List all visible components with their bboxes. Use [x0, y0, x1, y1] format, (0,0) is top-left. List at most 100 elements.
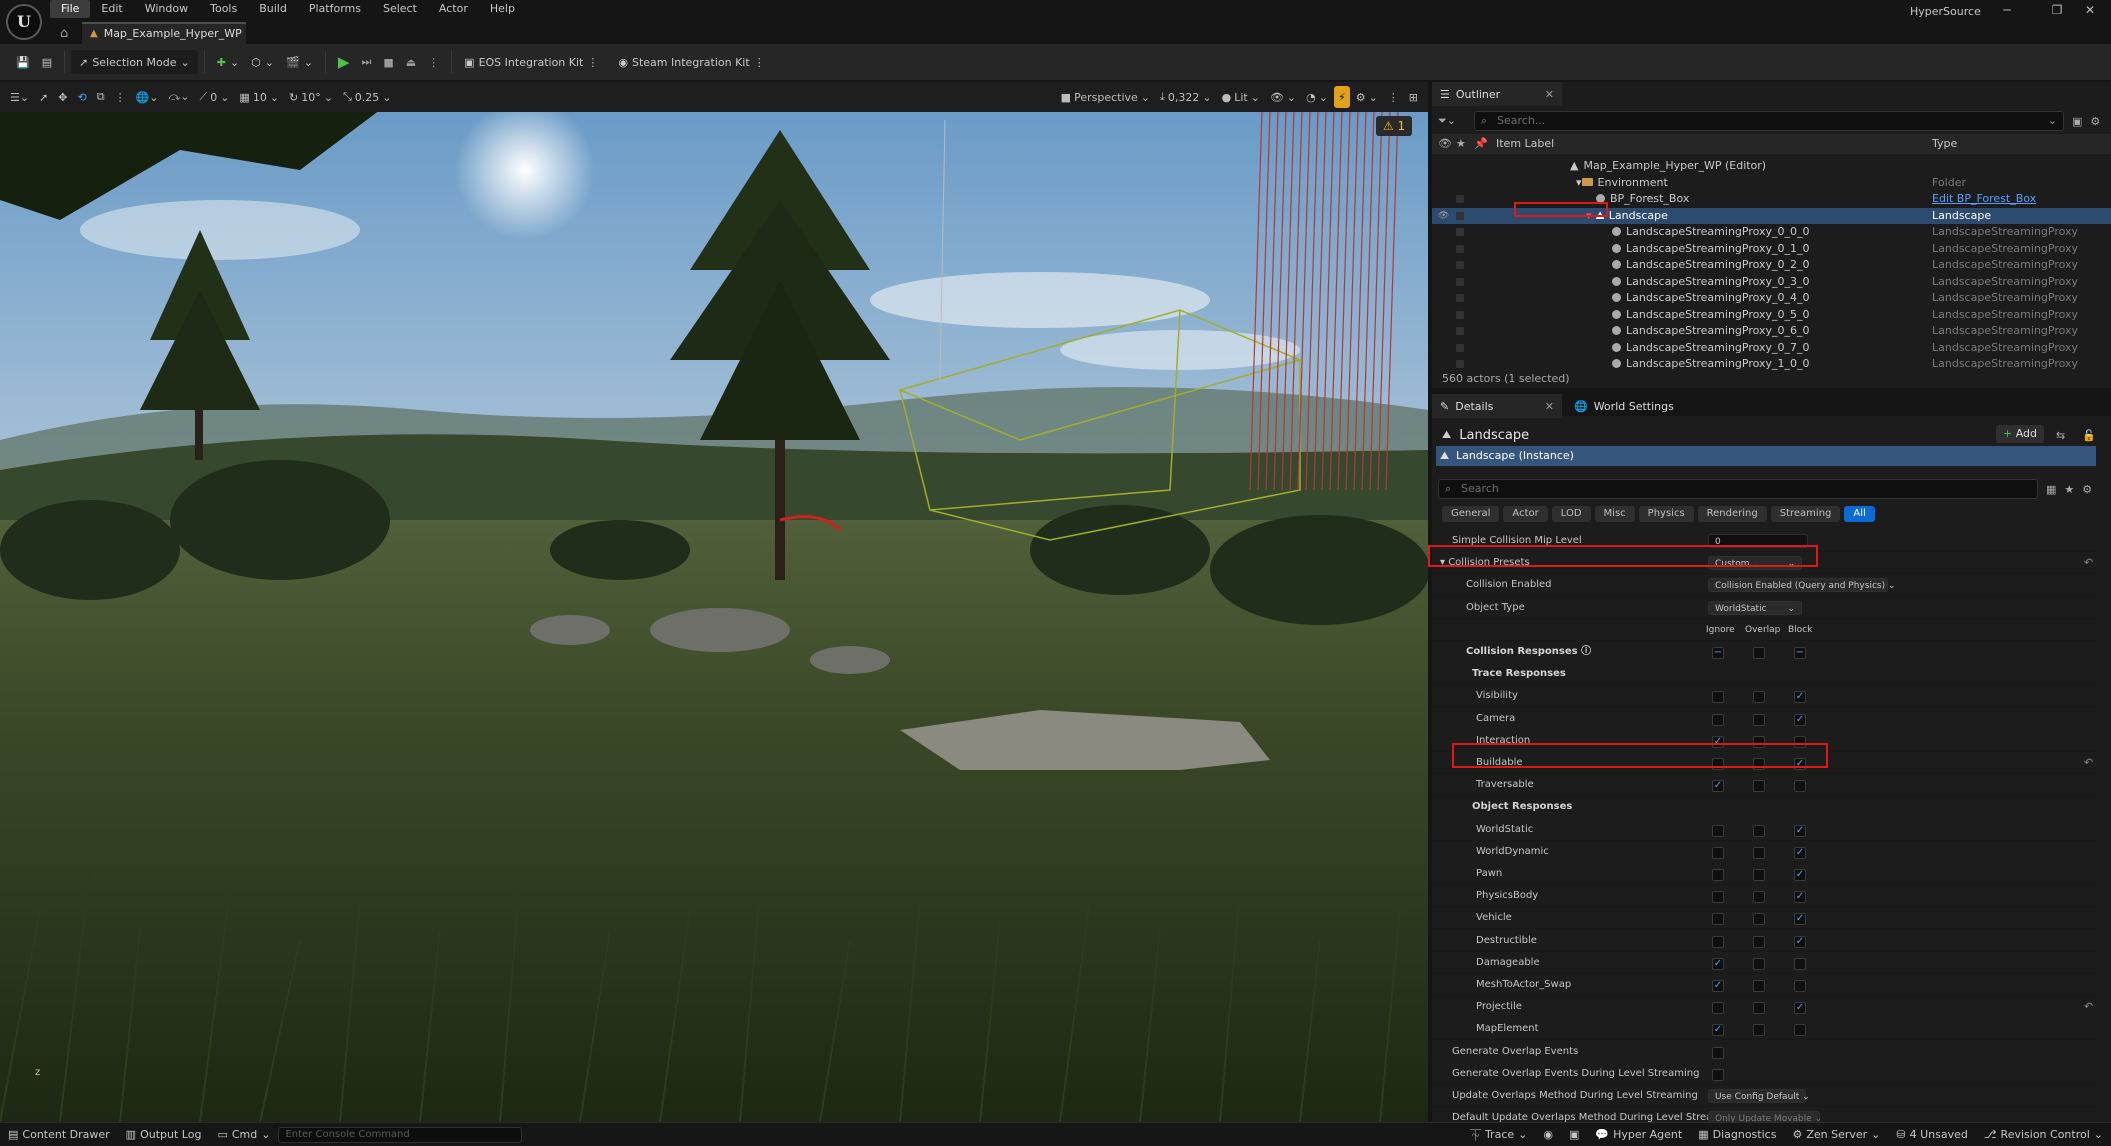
block-checkbox[interactable] — [1794, 780, 1806, 793]
expand-arrow-icon[interactable]: ▾ — [1576, 176, 1582, 189]
lit-mode-dropdown[interactable]: ● Lit ⌄ — [1218, 86, 1264, 108]
collision-enabled-dropdown[interactable]: Collision Enabled (Query and Physics) ⌄ — [1708, 578, 1896, 593]
overlap-checkbox[interactable] — [1753, 869, 1765, 881]
trace-dropdown[interactable]: ⏇ Trace ⌄ — [1462, 1125, 1535, 1145]
settings-dropdown[interactable]: ⚙ ⌄ — [1352, 86, 1382, 108]
ignore-checkbox[interactable] — [1712, 758, 1724, 770]
menu-help[interactable]: Help — [479, 0, 526, 18]
outliner-item-type[interactable]: Edit BP_Forest_Box — [1932, 191, 2036, 207]
pin-checkbox[interactable] — [1456, 244, 1464, 253]
console-input[interactable]: Enter Console Command — [278, 1126, 523, 1143]
revision-control-dropdown[interactable]: ⎇ Revision Control ⌄ — [1976, 1125, 2111, 1145]
ignore-checkbox[interactable]: ✓ — [1712, 980, 1724, 992]
outliner-row[interactable]: ▾ Environment Folder — [1432, 175, 2111, 191]
output-log-button[interactable]: ▥ Output Log — [118, 1125, 210, 1145]
outliner-row[interactable]: ▲ Map_Example_Hyper_WP (Editor) — [1432, 158, 2111, 174]
minimize-button[interactable]: ─ — [1987, 2, 2027, 18]
simple-collision-input[interactable]: 0 — [1708, 534, 1808, 548]
blueprint-icon[interactable]: ⇆ — [2056, 429, 2065, 442]
overlap-checkbox[interactable] — [1753, 758, 1765, 770]
outliner-row[interactable]: LandscapeStreamingProxy_1_0_0 LandscapeSt… — [1432, 356, 2111, 372]
overlap-checkbox[interactable] — [1753, 913, 1765, 926]
overlap-checkbox[interactable] — [1753, 891, 1765, 904]
add-component-button[interactable]: + Add — [1996, 425, 2044, 443]
block-checkbox[interactable]: ✓ — [1794, 1002, 1806, 1015]
filter-misc[interactable]: Misc — [1594, 506, 1635, 522]
block-checkbox[interactable]: ✓ — [1794, 891, 1806, 904]
show-flags-dropdown[interactable]: 👁 ⌄ — [1266, 86, 1300, 108]
collision-presets-dropdown[interactable]: Custom... ⌄ — [1708, 556, 1802, 571]
viewport-options-icon[interactable]: ⋮ — [1384, 86, 1403, 108]
ignore-checkbox[interactable] — [1712, 869, 1724, 881]
pin-checkbox[interactable] — [1456, 195, 1464, 203]
scale-snap-button[interactable]: ⤡ 0.25 ⌄ — [339, 86, 396, 108]
angle-snap-button[interactable]: ↻ 10° ⌄ — [285, 86, 337, 108]
visibility-column-icon[interactable]: 👁 — [1438, 137, 1452, 150]
object-type-dropdown[interactable]: WorldStatic ⌄ — [1708, 600, 1802, 615]
step-button[interactable]: ⏭ — [355, 50, 377, 74]
block-checkbox[interactable]: ✓ — [1794, 869, 1806, 881]
block-checkbox[interactable]: ✓ — [1794, 691, 1806, 704]
overlap-checkbox[interactable] — [1753, 1002, 1765, 1015]
diagnostics-button[interactable]: ▦ Diagnostics — [1690, 1125, 1784, 1145]
ignore-checkbox[interactable]: ✓ — [1712, 1024, 1724, 1037]
camera-speed-dropdown[interactable]: ⤓ 0,322 ⌄ — [1156, 86, 1216, 108]
browse-icon[interactable]: ▤ — [36, 50, 58, 74]
filter-icon[interactable]: ⏷⌄ — [1438, 114, 1474, 128]
filter-lod[interactable]: LOD — [1551, 506, 1591, 522]
menu-actor[interactable]: Actor — [428, 0, 479, 18]
overlap-checkbox[interactable] — [1753, 1024, 1765, 1037]
menu-platforms[interactable]: Platforms — [298, 0, 372, 18]
type-header[interactable]: Type — [1932, 137, 1957, 150]
steam-integration-button[interactable]: ◉ Steam Integration Kit ⋮ — [612, 50, 770, 74]
details-search-input[interactable]: ⌕ Search — [1438, 479, 2038, 499]
outliner-row[interactable]: BP_Forest_Box Edit BP_Forest_Box — [1432, 191, 2111, 207]
grid-snap-button[interactable]: ▦ 10 ⌄ — [235, 86, 283, 108]
overlap-checkbox[interactable] — [1753, 713, 1765, 726]
pin-checkbox[interactable] — [1456, 343, 1464, 352]
ignore-all-checkbox[interactable]: − — [1712, 647, 1724, 659]
block-checkbox[interactable]: ✓ — [1794, 713, 1806, 726]
block-all-checkbox[interactable]: − — [1794, 647, 1806, 659]
eject-button[interactable]: ⏏ — [400, 50, 422, 74]
expand-arrow-icon[interactable]: ▾ — [1586, 209, 1592, 222]
pin-checkbox[interactable] — [1456, 294, 1464, 302]
overlap-checkbox[interactable] — [1753, 935, 1765, 948]
selection-mode-dropdown[interactable]: ➚ Selection Mode ⌄ — [71, 50, 198, 74]
outliner-row[interactable]: 👁 ▾ ⛰ Landscape Landscape — [1432, 207, 2111, 224]
record-icon[interactable]: ◉ — [1535, 1125, 1561, 1145]
outliner-search-input[interactable]: ⌕ Search... ⌄ — [1474, 111, 2064, 131]
filter-all[interactable]: All — [1844, 506, 1875, 522]
overlap-checkbox[interactable] — [1753, 780, 1765, 793]
close-button[interactable]: ✕ — [2070, 2, 2110, 18]
realtime-toggle[interactable]: ⚡ — [1333, 86, 1350, 108]
content-drawer-button[interactable]: ▤ Content Drawer — [0, 1125, 118, 1145]
unsaved-button[interactable]: ⛁ 4 Unsaved — [1888, 1125, 1975, 1145]
ignore-checkbox[interactable] — [1712, 935, 1724, 948]
select-tool-icon[interactable]: ➚ — [35, 86, 52, 108]
outliner-row[interactable]: LandscapeStreamingProxy_0_4_0 LandscapeSt… — [1432, 290, 2111, 306]
blueprint-button[interactable]: ⬡ ⌄ — [245, 50, 280, 74]
ignore-checkbox[interactable] — [1712, 913, 1724, 926]
camera-icon[interactable]: ▣ — [1561, 1125, 1587, 1145]
zen-server-dropdown[interactable]: ⚙ Zen Server ⌄ — [1784, 1125, 1888, 1145]
ignore-checkbox[interactable] — [1712, 846, 1724, 859]
close-tab-icon[interactable]: ✕ — [1545, 88, 1554, 101]
overlap-checkbox[interactable] — [1753, 824, 1765, 837]
close-tab-icon[interactable]: ✕ — [1545, 400, 1554, 413]
unreal-logo-icon[interactable]: U — [6, 4, 42, 40]
stop-button[interactable]: ■ — [377, 50, 399, 74]
warning-badge[interactable]: ⚠ 1 — [1376, 116, 1412, 136]
menu-edit[interactable]: Edit — [90, 0, 133, 18]
pin-column-icon[interactable]: 📌 — [1474, 137, 1488, 150]
overlap-all-checkbox[interactable] — [1753, 647, 1765, 659]
visibility-eye-icon[interactable]: 👁 — [1438, 208, 1449, 224]
overlap-checkbox[interactable] — [1753, 846, 1765, 859]
cmd-dropdown[interactable]: ▭ Cmd ⌄ — [209, 1125, 278, 1145]
outliner-row[interactable]: LandscapeStreamingProxy_0_3_0 LandscapeSt… — [1432, 274, 2111, 290]
menu-window[interactable]: Window — [134, 0, 199, 18]
reset-arrow-icon[interactable]: ↶ — [2084, 552, 2093, 574]
play-options-button[interactable]: ⋮ — [422, 50, 445, 74]
block-checkbox[interactable]: ✓ — [1794, 758, 1806, 770]
reset-arrow-icon[interactable]: ↶ — [2084, 996, 2093, 1018]
